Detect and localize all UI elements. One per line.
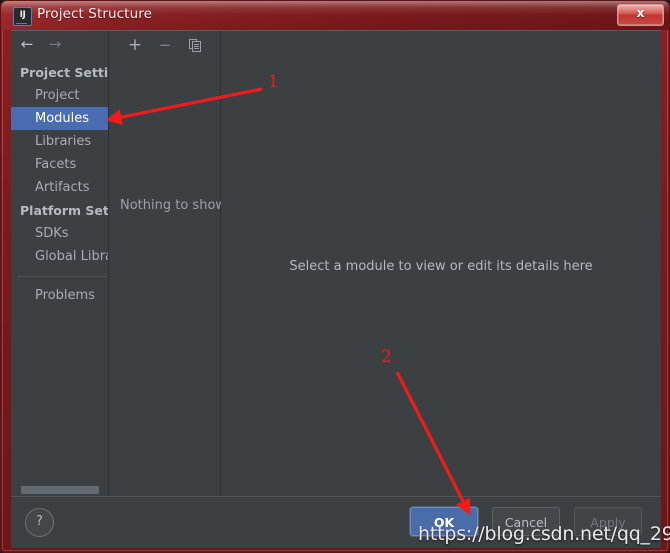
sidebar-scrollbar-thumb[interactable] <box>21 486 99 494</box>
sidebar-group-platform-settings: Platform Settin <box>20 203 109 218</box>
annotation-number-2: 2 <box>381 347 392 367</box>
intellij-idea-icon: IJ <box>13 7 32 26</box>
sidebar-item-artifacts[interactable]: Artifacts <box>11 176 108 199</box>
sidebar-group-project-settings: Project Setting <box>20 65 109 80</box>
watermark-url: https://blog.csdn.net/qq_29519041 <box>418 523 670 545</box>
back-arrow-icon[interactable]: ← <box>16 34 38 54</box>
modules-list-pane: + − Nothing to show <box>109 31 226 497</box>
sidebar-separator <box>17 276 107 277</box>
help-button[interactable]: ? <box>25 508 54 537</box>
sidebar-item-modules[interactable]: Modules <box>11 107 108 130</box>
window-title: Project Structure <box>37 6 152 22</box>
close-icon: x <box>636 6 645 20</box>
title-bar[interactable]: IJ Project Structure x <box>1 1 669 30</box>
sidebar-item-global-libraries[interactable]: Global Librar <box>11 245 108 268</box>
sidebar-item-facets[interactable]: Facets <box>11 153 108 176</box>
modules-toolbar: + − <box>109 31 220 58</box>
sidebar-item-sdks[interactable]: SDKs <box>11 222 108 245</box>
remove-icon[interactable]: − <box>155 35 175 55</box>
module-detail-pane: Select a module to view or edit its deta… <box>221 31 661 497</box>
forward-arrow-icon[interactable]: → <box>44 34 66 54</box>
annotation-number-1: 1 <box>268 72 279 92</box>
detail-placeholder-text: Select a module to view or edit its deta… <box>289 259 593 274</box>
add-icon[interactable]: + <box>125 35 145 55</box>
sidebar-nav-bar: ← → <box>11 31 108 57</box>
sidebar-nav-list: Project Setting Project Modules Librarie… <box>11 61 109 307</box>
dialog-body: ← → Project Setting Project Modules Libr… <box>11 30 661 548</box>
close-button[interactable]: x <box>617 4 664 26</box>
empty-list-message: Nothing to show <box>120 198 227 213</box>
project-structure-dialog: IJ Project Structure x ← → Project Setti… <box>0 0 670 553</box>
sidebar-item-libraries[interactable]: Libraries <box>11 130 108 153</box>
settings-sidebar: ← → Project Setting Project Modules Libr… <box>11 31 109 497</box>
sidebar-item-problems[interactable]: Problems <box>11 284 108 307</box>
copy-icon[interactable] <box>185 35 205 55</box>
sidebar-item-project[interactable]: Project <box>11 84 108 107</box>
